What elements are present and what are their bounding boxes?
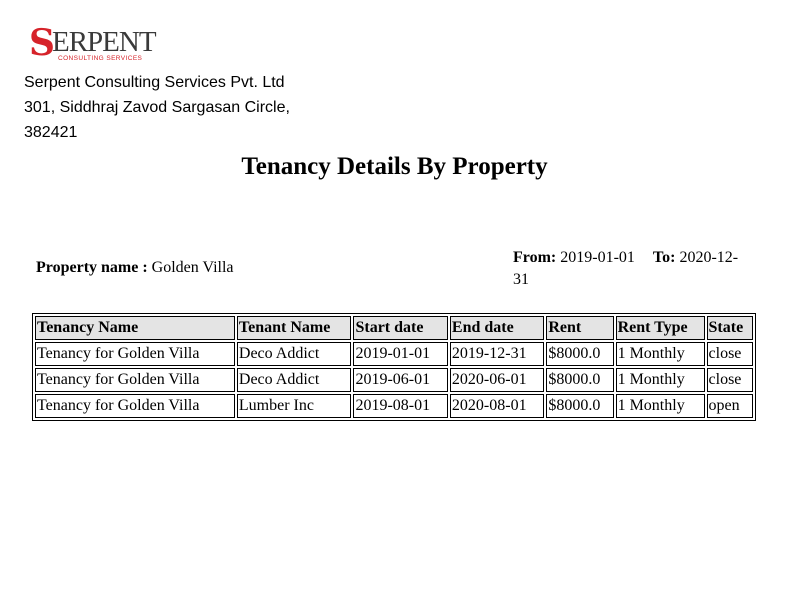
property-info: Property name : Golden Villa (36, 258, 234, 278)
from-label: From: (513, 249, 557, 266)
company-address: Serpent Consulting Services Pvt. Ltd 301… (24, 70, 290, 145)
table-row: Tenancy for Golden Villa Lumber Inc 2019… (35, 394, 753, 418)
address-line-2: 382421 (24, 124, 78, 141)
start-date-cell: 2019-01-01 (353, 342, 448, 366)
date-range: From: 2019-01-01 To: 2020-12-31 (513, 247, 745, 291)
column-header: Tenant Name (236, 316, 352, 340)
property-value: Golden Villa (151, 259, 234, 276)
column-header: Rent (546, 316, 614, 340)
state-cell: close (706, 368, 753, 392)
start-date-cell: 2019-06-01 (353, 368, 448, 392)
column-header: Tenancy Name (35, 316, 235, 340)
address-line-1: 301, Siddhraj Zavod Sargasan Circle, (24, 99, 290, 116)
tenant-name-cell: Lumber Inc (236, 394, 352, 418)
svg-text:CONSULTING SERVICES: CONSULTING SERVICES (58, 55, 143, 62)
column-header: State (706, 316, 753, 340)
tenancy-name-cell: Tenancy for Golden Villa (35, 394, 235, 418)
report-title: Tenancy Details By Property (241, 153, 548, 180)
table-row: Tenancy for Golden Villa Deco Addict 201… (35, 342, 753, 366)
table-row: Tenancy for Golden Villa Deco Addict 201… (35, 368, 753, 392)
company-logo: S ERPENT CONSULTING SERVICES (29, 22, 159, 64)
tenant-name-cell: Deco Addict (236, 342, 352, 366)
end-date-cell: 2020-06-01 (449, 368, 545, 392)
property-label: Property name : (36, 259, 148, 276)
company-name: Serpent Consulting Services Pvt. Ltd (24, 74, 285, 91)
rent-cell: $8000.0 (546, 394, 614, 418)
state-cell: close (706, 342, 753, 366)
tenancy-name-cell: Tenancy for Golden Villa (35, 368, 235, 392)
start-date-cell: 2019-08-01 (353, 394, 448, 418)
column-header: Rent Type (615, 316, 705, 340)
rent-type-cell: 1 Monthly (615, 394, 705, 418)
from-value: 2019-01-01 (560, 249, 635, 266)
column-header: Start date (353, 316, 448, 340)
to-label: To: (652, 249, 676, 266)
rent-type-cell: 1 Monthly (615, 368, 705, 392)
rent-type-cell: 1 Monthly (615, 342, 705, 366)
rent-cell: $8000.0 (546, 368, 614, 392)
tenant-name-cell: Deco Addict (236, 368, 352, 392)
rent-cell: $8000.0 (546, 342, 614, 366)
end-date-cell: 2019-12-31 (449, 342, 545, 366)
end-date-cell: 2020-08-01 (449, 394, 545, 418)
tenancy-table: Tenancy Name Tenant Name Start date End … (32, 313, 756, 421)
svg-text:ERPENT: ERPENT (52, 26, 157, 58)
state-cell: open (706, 394, 753, 418)
tenancy-name-cell: Tenancy for Golden Villa (35, 342, 235, 366)
column-header: End date (449, 316, 545, 340)
table-header-row: Tenancy Name Tenant Name Start date End … (35, 316, 753, 340)
